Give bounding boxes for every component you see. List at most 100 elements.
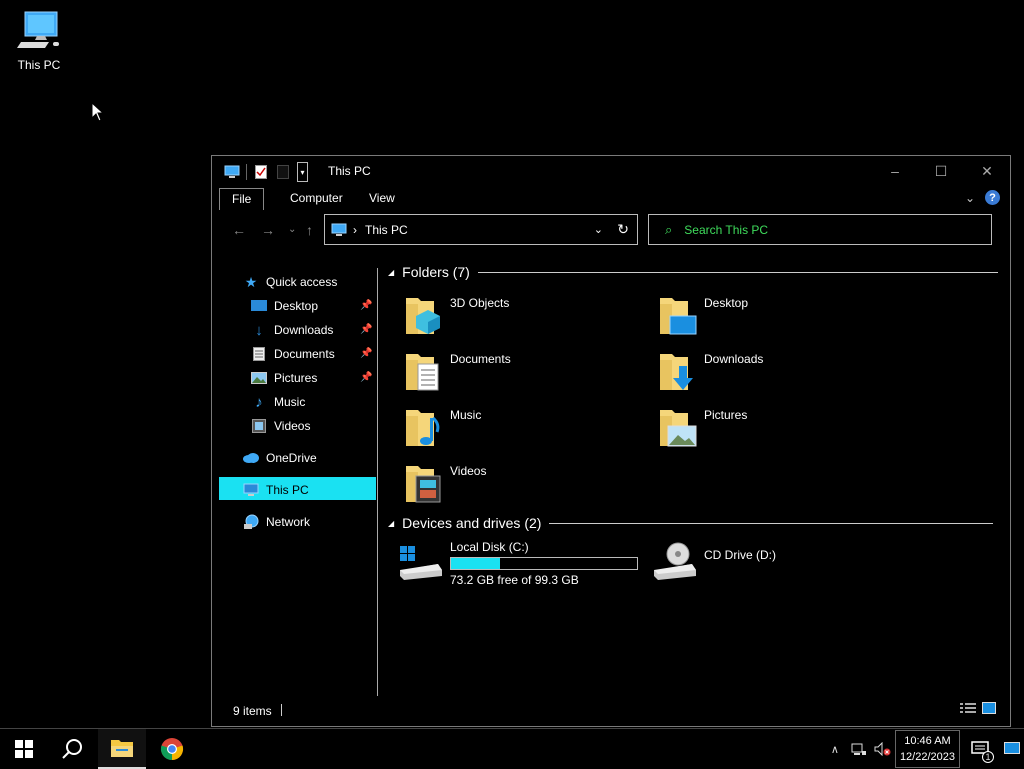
nav-item-desktop[interactable]: Desktop <box>250 295 318 317</box>
search-box[interactable]: ⌕ Search This PC <box>648 214 992 245</box>
group-title: Devices and drives (2) <box>402 515 542 531</box>
maximize-button[interactable]: ☐ <box>918 156 964 186</box>
pin-icon[interactable]: 📌 <box>360 372 372 383</box>
group-divider <box>549 522 994 524</box>
nav-item-downloads[interactable]: ↓ Downloads <box>250 319 333 341</box>
item-count: 9 items <box>233 704 272 718</box>
notification-count-badge: 1 <box>982 751 994 763</box>
show-hidden-icons-chevron-icon[interactable]: ∧ <box>823 729 847 769</box>
tab-computer[interactable]: Computer <box>278 188 355 210</box>
details-view-icon[interactable] <box>960 702 976 717</box>
up-arrow-icon[interactable]: ↑ <box>306 222 313 238</box>
nav-label: Quick access <box>266 275 338 289</box>
start-button[interactable] <box>0 729 48 769</box>
windows-logo-icon <box>15 740 33 758</box>
nav-item-network[interactable]: Network <box>242 511 310 533</box>
pin-icon[interactable]: 📌 <box>360 300 372 311</box>
folder-desktop[interactable]: Desktop <box>658 292 748 336</box>
collapse-triangle-icon[interactable]: ◢ <box>388 268 394 277</box>
folder-downloads[interactable]: Downloads <box>658 348 763 392</box>
taskbar-chrome[interactable] <box>148 729 196 769</box>
nav-item-onedrive[interactable]: OneDrive <box>242 447 317 469</box>
tab-file[interactable]: File <box>219 188 265 210</box>
nav-item-music[interactable]: ♪ Music <box>250 391 305 413</box>
this-pc-small-icon[interactable] <box>224 163 240 181</box>
clock-date: 12/22/2023 <box>899 751 955 763</box>
nav-item-documents[interactable]: Documents <box>250 343 335 365</box>
folder-name: Videos <box>450 464 487 478</box>
close-button[interactable]: ✕ <box>964 156 1010 186</box>
search-button[interactable] <box>48 729 96 769</box>
show-desktop-button[interactable] <box>1000 729 1024 769</box>
nav-label: Music <box>274 395 306 409</box>
windows-drive-icon <box>398 540 444 584</box>
forward-arrow-icon[interactable]: → <box>261 222 275 238</box>
properties-icon[interactable] <box>253 163 269 181</box>
folder-pictures[interactable]: Pictures <box>658 404 747 448</box>
taskbar-file-explorer[interactable] <box>98 729 146 769</box>
breadcrumb-chevron-icon[interactable]: › <box>353 223 357 237</box>
pin-icon[interactable]: 📌 <box>360 348 372 359</box>
network-icon <box>242 514 260 530</box>
nav-label: Documents <box>274 347 335 361</box>
folder-downloads-icon <box>658 348 698 392</box>
nav-label: This PC <box>266 483 309 497</box>
address-bar[interactable]: › This PC ⌄ ↻ <box>324 214 638 245</box>
action-center-button[interactable]: 1 <box>960 729 1000 769</box>
large-icons-view-icon[interactable] <box>982 702 996 717</box>
folder-music[interactable]: Music <box>404 404 481 448</box>
back-arrow-icon[interactable]: ← <box>232 222 246 238</box>
folder-name: Downloads <box>704 352 764 366</box>
folders-group-header[interactable]: ◢ Folders (7) <box>388 264 998 280</box>
picture-icon <box>250 370 268 386</box>
drive-info: Local Disk (C:) 73.2 GB free of 99.3 GB <box>450 540 638 587</box>
address-dropdown-icon[interactable]: ⌄ <box>594 223 603 236</box>
nav-item-this-pc[interactable]: This PC <box>242 479 309 501</box>
devices-group-header[interactable]: ◢ Devices and drives (2) <box>388 515 994 531</box>
new-folder-icon[interactable] <box>275 163 291 181</box>
nav-item-pictures[interactable]: Pictures <box>250 367 317 389</box>
refresh-icon[interactable]: ↻ <box>617 221 629 238</box>
address-location[interactable]: This PC <box>365 223 408 237</box>
group-title: Folders (7) <box>402 264 470 280</box>
ribbon-right-controls: ⌄ ? <box>965 190 1000 205</box>
customize-toolbar-dropdown[interactable]: ▾ <box>297 162 308 182</box>
navigation-bar: ← → ⌄ ↑ › This PC ⌄ ↻ ⌕ Search This PC <box>212 214 1010 246</box>
title-bar[interactable]: ▾ This PC – ☐ ✕ <box>212 156 1010 188</box>
recent-locations-chevron-icon[interactable]: ⌄ <box>288 224 296 235</box>
window-title: This PC <box>328 164 371 178</box>
drive-cd-d[interactable]: CD Drive (D:) <box>652 540 776 584</box>
minimize-button[interactable]: – <box>872 156 918 186</box>
content-pane: ◢ Folders (7) 3D Objects Desktop Documen… <box>380 256 1000 696</box>
expand-ribbon-chevron-icon[interactable]: ⌄ <box>965 191 975 205</box>
download-arrow-icon: ↓ <box>255 321 263 339</box>
taskbar: ∧ 10:46 AM 12/22/2023 1 <box>0 728 1024 769</box>
search-input[interactable]: Search This PC <box>684 223 768 237</box>
status-bar: 9 items <box>212 696 1010 726</box>
clock-time: 10:46 AM <box>904 735 951 747</box>
folder-videos[interactable]: Videos <box>404 460 486 504</box>
nav-item-quick-access[interactable]: ★ Quick access <box>242 271 338 293</box>
nav-item-videos[interactable]: Videos <box>250 415 310 437</box>
tab-view[interactable]: View <box>357 188 407 210</box>
desktop-icon-this-pc[interactable]: This PC <box>10 8 68 72</box>
cloud-icon <box>242 450 260 466</box>
computer-icon <box>17 11 59 48</box>
search-icon <box>62 739 82 759</box>
folder-3d-objects[interactable]: 3D Objects <box>404 292 509 336</box>
folder-name: 3D Objects <box>450 296 510 310</box>
folder-pictures-icon <box>658 404 698 448</box>
drive-local-disk-c[interactable]: Local Disk (C:) 73.2 GB free of 99.3 GB <box>398 540 638 587</box>
network-status-icon[interactable] <box>847 729 871 769</box>
clock[interactable]: 10:46 AM 12/22/2023 <box>894 730 960 768</box>
film-strip-icon <box>250 418 268 434</box>
folder-name: Pictures <box>704 408 748 422</box>
collapse-triangle-icon[interactable]: ◢ <box>388 519 394 528</box>
folder-documents[interactable]: Documents <box>404 348 511 392</box>
folder-music-icon <box>404 404 444 448</box>
nav-label: Downloads <box>274 323 334 337</box>
volume-muted-icon[interactable] <box>871 729 895 769</box>
status-separator <box>281 704 282 716</box>
pin-icon[interactable]: 📌 <box>360 324 372 335</box>
help-icon[interactable]: ? <box>985 190 1000 205</box>
